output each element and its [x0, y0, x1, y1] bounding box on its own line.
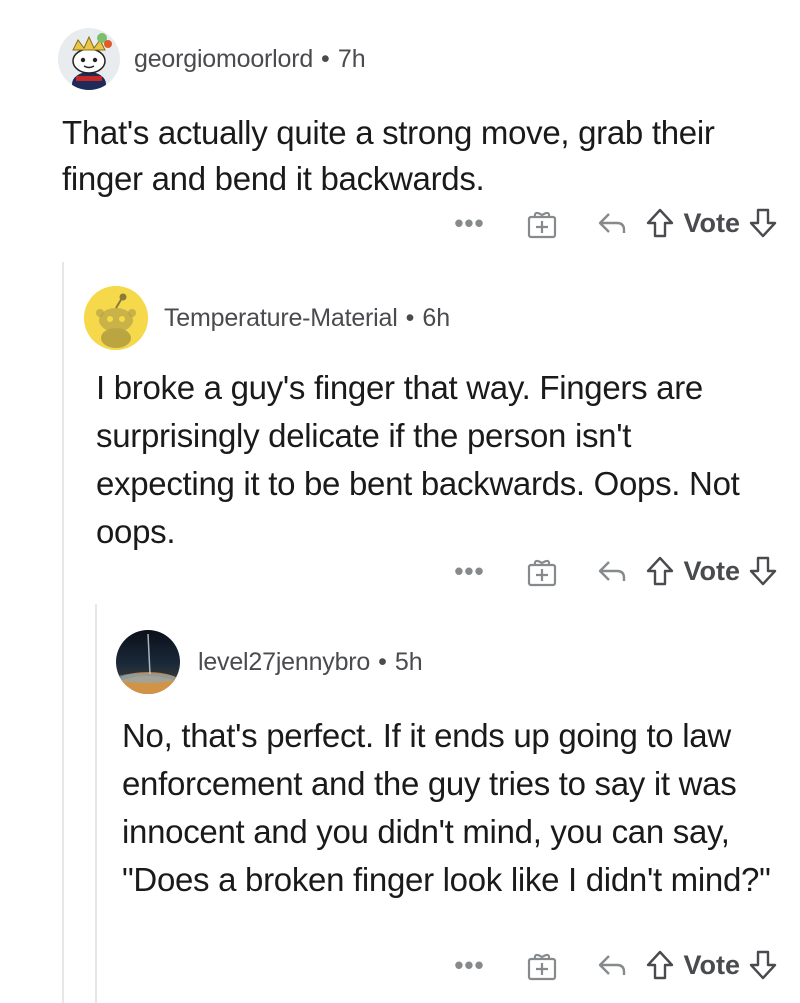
comment-username[interactable]: georgiomoorlord [134, 45, 313, 74]
meta-separator: • [405, 303, 415, 332]
meta-separator: • [378, 647, 387, 676]
vote-count: Vote [683, 555, 740, 586]
downvote-icon[interactable] [748, 949, 778, 981]
meta-separator: • [321, 44, 330, 73]
comment-header: Temperature-Material • 6h [84, 278, 778, 358]
comment-actions: ••• Vote [447, 206, 778, 240]
more-options-button[interactable]: ••• [447, 556, 491, 587]
comment-header: georgiomoorlord • 7h [58, 18, 778, 100]
reply-icon[interactable] [595, 206, 629, 240]
comment-body: No, that's perfect. If it ends up going … [122, 717, 771, 898]
comment-body: I broke a guy's finger that way. Fingers… [96, 369, 740, 550]
downvote-icon[interactable] [748, 207, 778, 239]
more-options-button[interactable]: ••• [447, 950, 491, 981]
award-icon[interactable] [525, 554, 559, 588]
award-icon[interactable] [525, 948, 559, 982]
upvote-icon[interactable] [645, 207, 675, 239]
thread-line-level-1[interactable] [62, 262, 64, 1003]
downvote-icon[interactable] [748, 555, 778, 587]
reply-icon[interactable] [595, 554, 629, 588]
upvote-icon[interactable] [645, 949, 675, 981]
comment-timestamp[interactable]: 7h [338, 45, 366, 74]
more-options-button[interactable]: ••• [447, 208, 491, 239]
comment-3: level27jennybro • 5h No, that's perfect.… [116, 626, 778, 996]
upvote-icon[interactable] [645, 555, 675, 587]
vote-count: Vote [683, 207, 740, 238]
comment-timestamp[interactable]: 5h [395, 648, 423, 677]
photo-avatar-planet-icon[interactable] [116, 630, 180, 694]
snoo-avatar-crown-icon[interactable] [58, 28, 120, 90]
comment-1: georgiomoorlord • 7h That's actually qui… [58, 18, 778, 258]
comment-body: That's actually quite a strong move, gra… [62, 114, 715, 197]
comment-username[interactable]: level27jennybro [198, 648, 370, 677]
reply-icon[interactable] [595, 948, 629, 982]
thread-line-level-2[interactable] [95, 604, 97, 1003]
comment-timestamp[interactable]: 6h [422, 304, 450, 333]
comment-2: Temperature-Material • 6h I broke a guy'… [84, 278, 778, 598]
comment-username[interactable]: Temperature-Material [164, 304, 398, 333]
vote-count: Vote [683, 949, 740, 980]
award-icon[interactable] [525, 206, 559, 240]
comment-actions: ••• Vote [447, 554, 778, 588]
comment-header: level27jennybro • 5h [116, 626, 778, 698]
comment-actions: ••• Vote [447, 948, 778, 982]
snoo-avatar-yellow-icon[interactable] [84, 286, 148, 350]
